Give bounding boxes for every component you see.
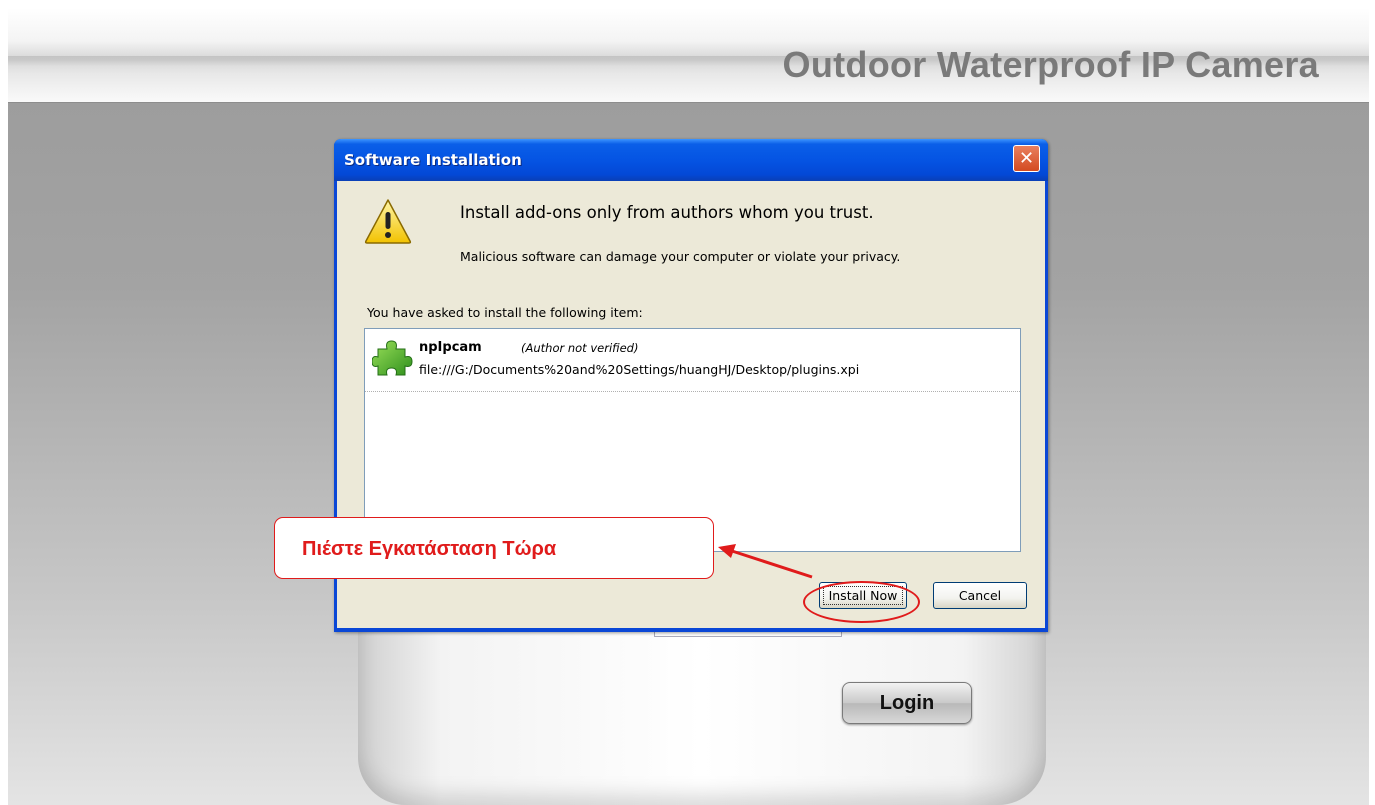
cancel-label: Cancel bbox=[958, 588, 1002, 603]
cancel-button[interactable]: Cancel bbox=[933, 582, 1027, 609]
item-name: npIpcam bbox=[419, 340, 482, 355]
list-item[interactable]: npIpcam (Author not verified) file:///G:… bbox=[365, 329, 1020, 392]
callout-text: Πιέστε Εγκατάσταση Τώρα bbox=[302, 538, 557, 560]
login-button[interactable]: Login bbox=[842, 682, 972, 724]
top-banner: Outdoor Waterproof IP Camera bbox=[8, 8, 1369, 103]
warning-icon bbox=[364, 199, 412, 244]
dialog-title: Software Installation bbox=[344, 151, 522, 169]
close-button[interactable]: ✕ bbox=[1013, 145, 1040, 172]
install-button-highlight bbox=[803, 581, 920, 623]
puzzle-piece-icon bbox=[372, 340, 413, 376]
item-url: file:///G:/Documents%20and%20Settings/hu… bbox=[419, 362, 860, 377]
dialog-headline: Install add-ons only from authors whom y… bbox=[460, 203, 874, 222]
item-author: (Author not verified) bbox=[521, 341, 639, 355]
instruction-callout: Πιέστε Εγκατάσταση Τώρα bbox=[274, 517, 714, 579]
dialog-titlebar[interactable]: Software Installation ✕ bbox=[334, 139, 1048, 181]
dialog-warning-text: Malicious software can damage your compu… bbox=[460, 249, 901, 264]
banner-title: Outdoor Waterproof IP Camera bbox=[782, 44, 1319, 85]
install-items-label: You have asked to install the following … bbox=[367, 305, 643, 320]
close-icon: ✕ bbox=[1018, 148, 1035, 169]
